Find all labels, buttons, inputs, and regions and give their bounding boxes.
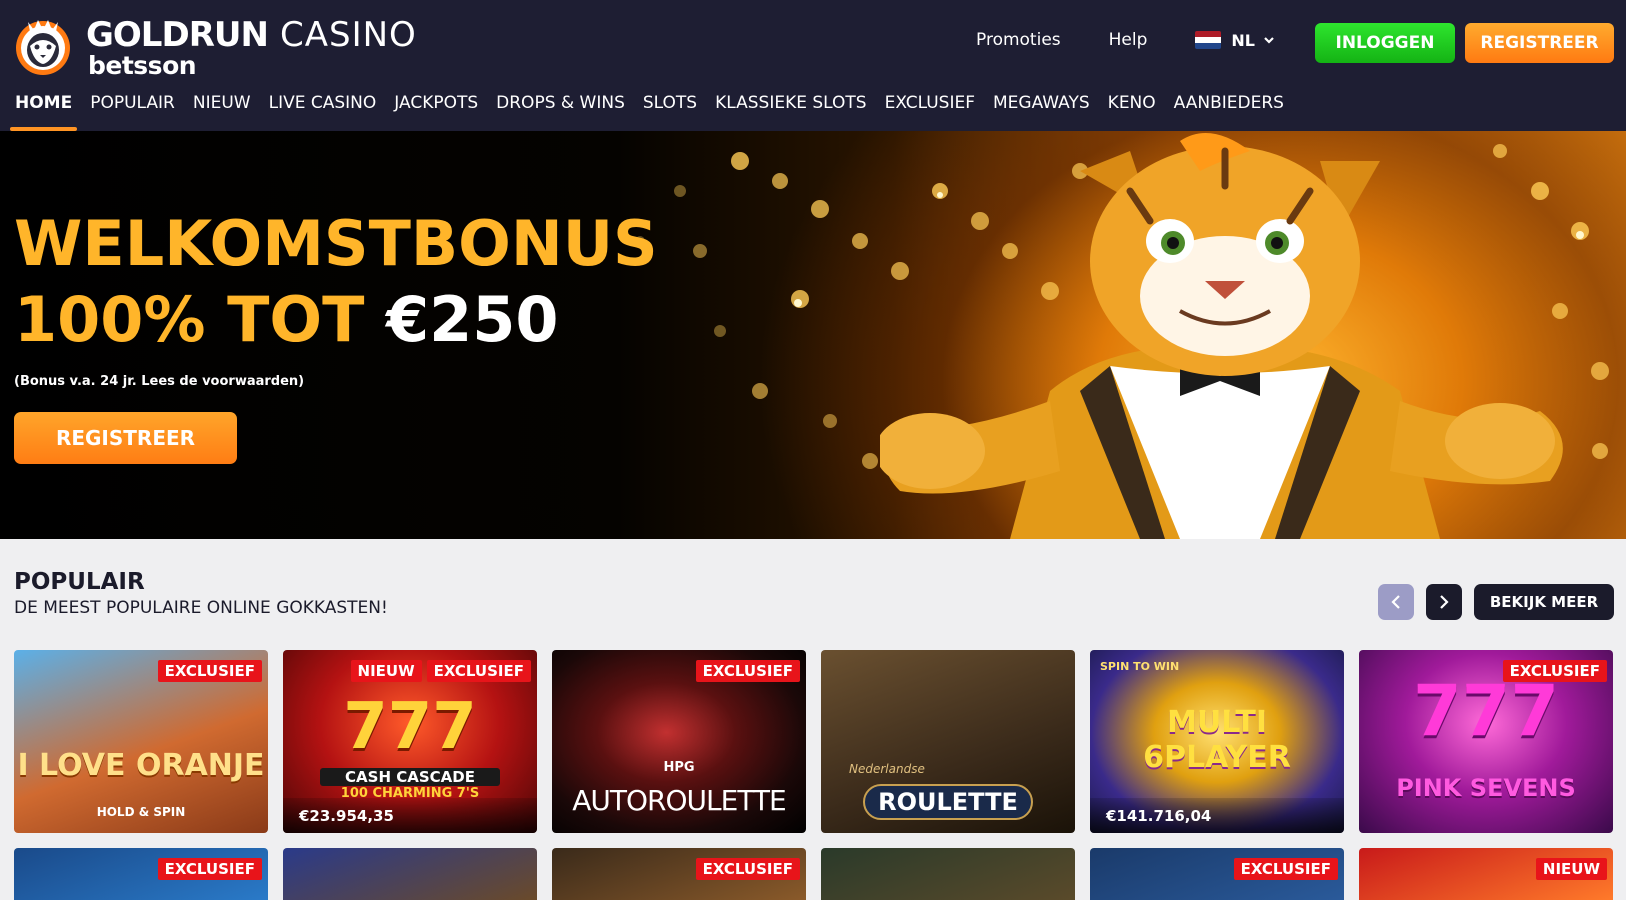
- badge-nieuw: NIEUW: [1535, 858, 1607, 880]
- register-button[interactable]: REGISTREER: [1465, 23, 1614, 63]
- game-tile-autoroulette[interactable]: HPG AUTOROULETTE EXCLUSIEF: [552, 650, 806, 833]
- help-link[interactable]: Help: [1109, 30, 1148, 50]
- nav-item-slots[interactable]: SLOTS: [634, 88, 706, 131]
- game-art-title: CASH CASCADE: [320, 768, 500, 786]
- hero-title-line2: 100% TOT €250: [14, 283, 559, 356]
- jackpot-amount: €23.954,35: [283, 798, 537, 833]
- hero-banner[interactable]: WELKOMSTBONUS 100% TOT €250 (Bonus v.a. …: [0, 131, 1626, 539]
- game-art-title: PINK SEVENS: [1396, 774, 1576, 802]
- game-tile-row2-2[interactable]: [283, 848, 537, 900]
- game-tile-pink-sevens[interactable]: 777 PINK SEVENS EXCLUSIEF: [1359, 650, 1613, 833]
- nav-item-keno[interactable]: KENO: [1099, 88, 1165, 131]
- badge-exclusief: EXCLUSIEF: [1233, 858, 1338, 880]
- game-tile-100-charming-7s[interactable]: 777 CASH CASCADE 100 CHARMING 7'S €23.95…: [283, 650, 537, 833]
- game-tile-i-love-oranje[interactable]: I LOVE ORANJE HOLD & SPIN EXCLUSIEF: [14, 650, 268, 833]
- game-tile-multi-6player[interactable]: SPIN TO WIN MULTI 6PLAYER €141.716,04: [1090, 650, 1344, 833]
- nav-item-exclusief[interactable]: EXCLUSIEF: [876, 88, 984, 131]
- nav-item-drops-wins[interactable]: DROPS & WINS: [487, 88, 634, 131]
- game-tile-row2-4[interactable]: [821, 848, 1075, 900]
- game-art: [283, 848, 537, 900]
- game-tile-nederlandse-roulette[interactable]: Nederlandse ROULETTE: [821, 650, 1075, 833]
- carousel-prev-button[interactable]: [1378, 584, 1414, 620]
- section-subtitle: DE MEEST POPULAIRE ONLINE GOKKASTEN!: [14, 598, 388, 618]
- jackpot-amount: €141.716,04: [1090, 798, 1344, 833]
- nav-item-home[interactable]: HOME: [6, 88, 81, 131]
- nav-item-megaways[interactable]: MEGAWAYS: [984, 88, 1099, 131]
- game-tile-row2-5[interactable]: EXCLUSIEF: [1090, 848, 1344, 900]
- login-button[interactable]: INLOGGEN: [1315, 23, 1455, 63]
- nav-item-jackpots[interactable]: JACKPOTS: [385, 88, 487, 131]
- hero-bonus-amount: €250: [386, 283, 559, 356]
- section-title: POPULAIR: [14, 569, 145, 595]
- game-tile-row2-6[interactable]: NIEUW: [1359, 848, 1613, 900]
- nav-item-klassieke-slots[interactable]: KLASSIEKE SLOTS: [706, 88, 875, 131]
- tiger-mascot-illustration: [880, 133, 1563, 539]
- badge-exclusief: EXCLUSIEF: [426, 660, 531, 682]
- language-label: NL: [1231, 30, 1255, 50]
- badge-exclusief: EXCLUSIEF: [157, 858, 262, 880]
- chevron-down-icon: [1264, 37, 1274, 44]
- view-more-button[interactable]: BEKIJK MEER: [1474, 584, 1614, 620]
- logo-wordmark-casino: CASINO: [280, 15, 417, 55]
- carousel-next-button[interactable]: [1426, 584, 1462, 620]
- language-selector[interactable]: NL: [1195, 31, 1275, 50]
- main-nav: HOME POPULAIR NIEUW LIVE CASINO JACKPOTS…: [0, 88, 1293, 131]
- game-art-subtitle: SPIN TO WIN: [1100, 660, 1180, 673]
- chevron-right-icon: [1440, 595, 1449, 609]
- nl-flag-icon: [1195, 31, 1222, 49]
- chevron-left-icon: [1391, 595, 1400, 609]
- game-tile-row2-1[interactable]: EXCLUSIEF: [14, 848, 268, 900]
- nav-item-nieuw[interactable]: NIEUW: [184, 88, 260, 131]
- logo-wordmark-goldrun: GOLDRUN: [86, 15, 269, 55]
- game-art-subtitle: HPG: [663, 760, 695, 775]
- game-tile-row2-3[interactable]: EXCLUSIEF: [552, 848, 806, 900]
- nav-item-populair[interactable]: POPULAIR: [81, 88, 184, 131]
- nav-item-aanbieders[interactable]: AANBIEDERS: [1165, 88, 1293, 131]
- logo-wordmark-betsson: betsson: [88, 51, 197, 80]
- game-art-subtitle: 777: [1412, 670, 1560, 752]
- game-art-subtitle: HOLD & SPIN: [96, 805, 186, 819]
- game-art-title: MULTI 6PLAYER: [1143, 705, 1291, 775]
- hero-title-prefix: 100% TOT: [14, 283, 386, 356]
- hero-title-line1: WELKOMSTBONUS: [14, 207, 658, 280]
- game-art-title: AUTOROULETTE: [572, 784, 786, 817]
- badge-exclusief: EXCLUSIEF: [157, 660, 262, 682]
- promoties-link[interactable]: Promoties: [976, 30, 1061, 50]
- hero-register-button[interactable]: REGISTREER: [14, 412, 237, 464]
- badge-exclusief: EXCLUSIEF: [695, 660, 800, 682]
- site-header: GOLDRUN CASINO betsson Promoties Help NL…: [0, 0, 1626, 131]
- site-logo[interactable]: GOLDRUN CASINO betsson: [14, 10, 446, 80]
- game-art-title: I LOVE ORANJE: [17, 748, 265, 783]
- hero-terms[interactable]: (Bonus v.a. 24 jr. Lees de voorwaarden): [14, 374, 304, 389]
- game-art-subtitle: Nederlandse: [849, 762, 925, 776]
- game-art-title: ROULETTE: [863, 784, 1033, 820]
- badge-exclusief: EXCLUSIEF: [1502, 660, 1607, 682]
- tiger-logo-icon: [16, 20, 70, 75]
- badge-exclusief: EXCLUSIEF: [695, 858, 800, 880]
- game-art: [821, 848, 1075, 900]
- badge-nieuw: NIEUW: [350, 660, 422, 682]
- nav-item-live-casino[interactable]: LIVE CASINO: [260, 88, 386, 131]
